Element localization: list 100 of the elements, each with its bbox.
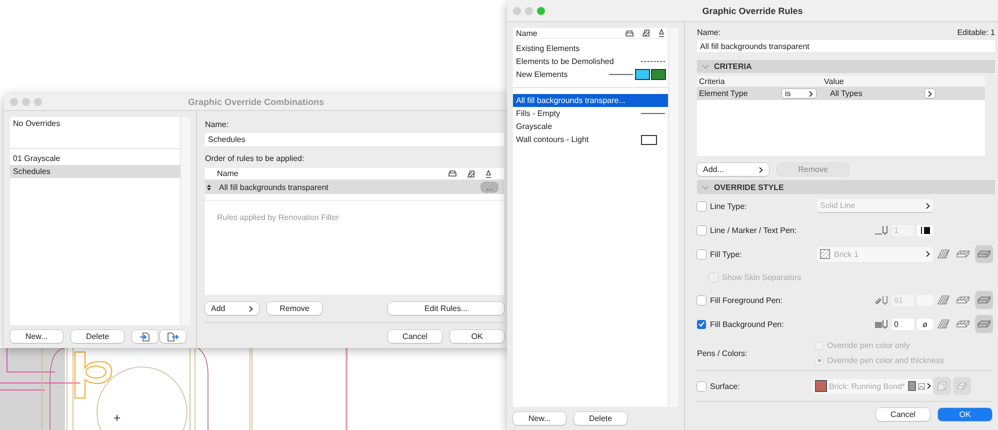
- list-item[interactable]: Grayscale: [513, 120, 668, 133]
- hatched-slab-icon: [956, 249, 970, 259]
- chevron-icon: [702, 184, 709, 190]
- chevron-icon: [702, 64, 709, 69]
- checkbox[interactable]: [697, 296, 706, 304]
- list-button[interactable]: Delete: [71, 330, 124, 343]
- cube-icon: [937, 381, 947, 391]
- name-field[interactable]: Schedules: [205, 133, 504, 146]
- chevron-icon: [926, 202, 930, 208]
- section-header[interactable]: OVERRIDE STYLE: [697, 180, 995, 194]
- block-toggle-button[interactable]: [975, 315, 993, 333]
- chevron-icon: [926, 251, 930, 257]
- hatch-icon: [467, 170, 475, 178]
- pen-icon: [485, 170, 492, 178]
- checkbox[interactable]: [697, 320, 706, 328]
- zoom-button[interactable]: [34, 98, 42, 106]
- import-icon: [140, 332, 150, 342]
- column-header: Name: [516, 28, 538, 38]
- list-item[interactable]: New Elements: [513, 68, 668, 81]
- checkbox[interactable]: [697, 226, 706, 234]
- empty-swatch: [641, 134, 657, 144]
- chevron-icon: [249, 306, 253, 312]
- slanted-hatch-icon: [937, 319, 951, 329]
- list-button[interactable]: New...: [513, 412, 566, 425]
- layers-icon: [448, 170, 457, 177]
- export-icon: [167, 332, 179, 342]
- scrollbar[interactable]: [180, 117, 190, 325]
- table-row[interactable]: Element Type is All Types: [697, 87, 985, 100]
- zoom-button[interactable]: [537, 6, 545, 14]
- block-toggle-button[interactable]: [975, 291, 993, 309]
- option-label: Override pen color and thickness: [827, 356, 944, 365]
- option-label: Fill Type:: [710, 250, 742, 258]
- list-item[interactable]: Existing Elements: [513, 42, 668, 55]
- import-button[interactable]: [132, 330, 158, 343]
- radio-button[interactable]: [815, 356, 823, 364]
- dashed-line-icon: [641, 60, 665, 63]
- checkbox[interactable]: [697, 382, 706, 390]
- column-header: Name: [217, 169, 240, 178]
- list-item[interactable]: All fill backgrounds transpare...: [513, 94, 668, 107]
- surface-button[interactable]: [933, 377, 951, 395]
- field-label: Name:: [205, 119, 230, 129]
- window-title: Graphic Override Rules: [702, 6, 803, 16]
- table-cell-text: All fill backgrounds transparent: [218, 182, 330, 192]
- table-cell: All Types: [830, 89, 862, 98]
- image-icon: [918, 382, 925, 390]
- minimize-button[interactable]: [22, 98, 30, 106]
- pen-icon: [658, 29, 665, 37]
- cancel-button[interactable]: Cancel: [388, 330, 442, 343]
- remove-button[interactable]: Remove: [267, 302, 322, 315]
- pen-swatch[interactable]: ø: [917, 318, 933, 330]
- close-button[interactable]: [10, 98, 18, 106]
- table-cell-text: Element Type: [698, 89, 749, 98]
- name-field[interactable]: All fill backgrounds transparent: [697, 40, 995, 52]
- surface-button[interactable]: [953, 377, 971, 395]
- section-header[interactable]: CRITERIA: [697, 60, 995, 73]
- hatched-slab-icon: [956, 295, 970, 305]
- chevron-icon: [759, 166, 763, 172]
- window-title: Graphic Override Combinations: [188, 97, 324, 107]
- note-text: Rules applied by Renovation Filter: [205, 200, 504, 222]
- add-button[interactable]: Add...: [697, 163, 769, 176]
- add-button[interactable]: Add: [205, 302, 259, 315]
- table-row[interactable]: All fill backgrounds transparent ...: [205, 180, 504, 194]
- hatch-swatch-icon: [820, 249, 830, 259]
- checkbox[interactable]: [697, 250, 706, 258]
- list-item[interactable]: No Overrides: [10, 117, 180, 130]
- list-item[interactable]: Wall contours - Light: [513, 133, 668, 146]
- checkbox[interactable]: [697, 202, 706, 210]
- column-header: Criteria: [698, 76, 726, 86]
- line-icon: [641, 112, 665, 115]
- operator-select[interactable]: is: [782, 89, 816, 98]
- pen-swatch[interactable]: [917, 224, 933, 236]
- ok-button[interactable]: OK: [938, 408, 992, 421]
- value-select-button[interactable]: [925, 89, 935, 98]
- list-button[interactable]: New...: [10, 330, 63, 343]
- drag-handle-icon: [207, 184, 211, 190]
- option-label: Pens / Colors:: [697, 348, 748, 358]
- option-label: Fill Foreground Pen:: [710, 296, 782, 304]
- list-item[interactable]: Schedules: [10, 165, 180, 178]
- pen-number-field[interactable]: 0: [892, 318, 914, 330]
- list-item[interactable]: 01 Grayscale: [10, 152, 180, 165]
- minimize-button[interactable]: [525, 6, 533, 14]
- cancel-button[interactable]: Cancel: [876, 408, 930, 421]
- list-button[interactable]: Delete: [574, 412, 627, 425]
- edit-rules-button[interactable]: Edit Rules...: [388, 302, 504, 315]
- block-toggle-button[interactable]: [975, 245, 993, 263]
- more-button[interactable]: ...: [481, 182, 498, 192]
- editable-count: Editable: 1: [957, 28, 995, 37]
- list-item[interactable]: Elements to be Demolished: [513, 55, 668, 68]
- radio-button[interactable]: [815, 342, 823, 350]
- close-button[interactable]: [513, 6, 521, 14]
- checkbox[interactable]: [709, 272, 718, 282]
- ok-button[interactable]: OK: [450, 330, 504, 343]
- scrollbar[interactable]: [668, 28, 678, 407]
- slanted-hatch-icon: [937, 249, 951, 259]
- list-item[interactable]: Fills - Empty: [513, 107, 668, 120]
- slanted-hatch-icon: [937, 295, 951, 305]
- column-header: Value: [823, 76, 845, 86]
- export-button[interactable]: [160, 330, 186, 343]
- pattern-icon: [908, 381, 916, 391]
- field-label: Order of rules to be applied:: [205, 153, 306, 163]
